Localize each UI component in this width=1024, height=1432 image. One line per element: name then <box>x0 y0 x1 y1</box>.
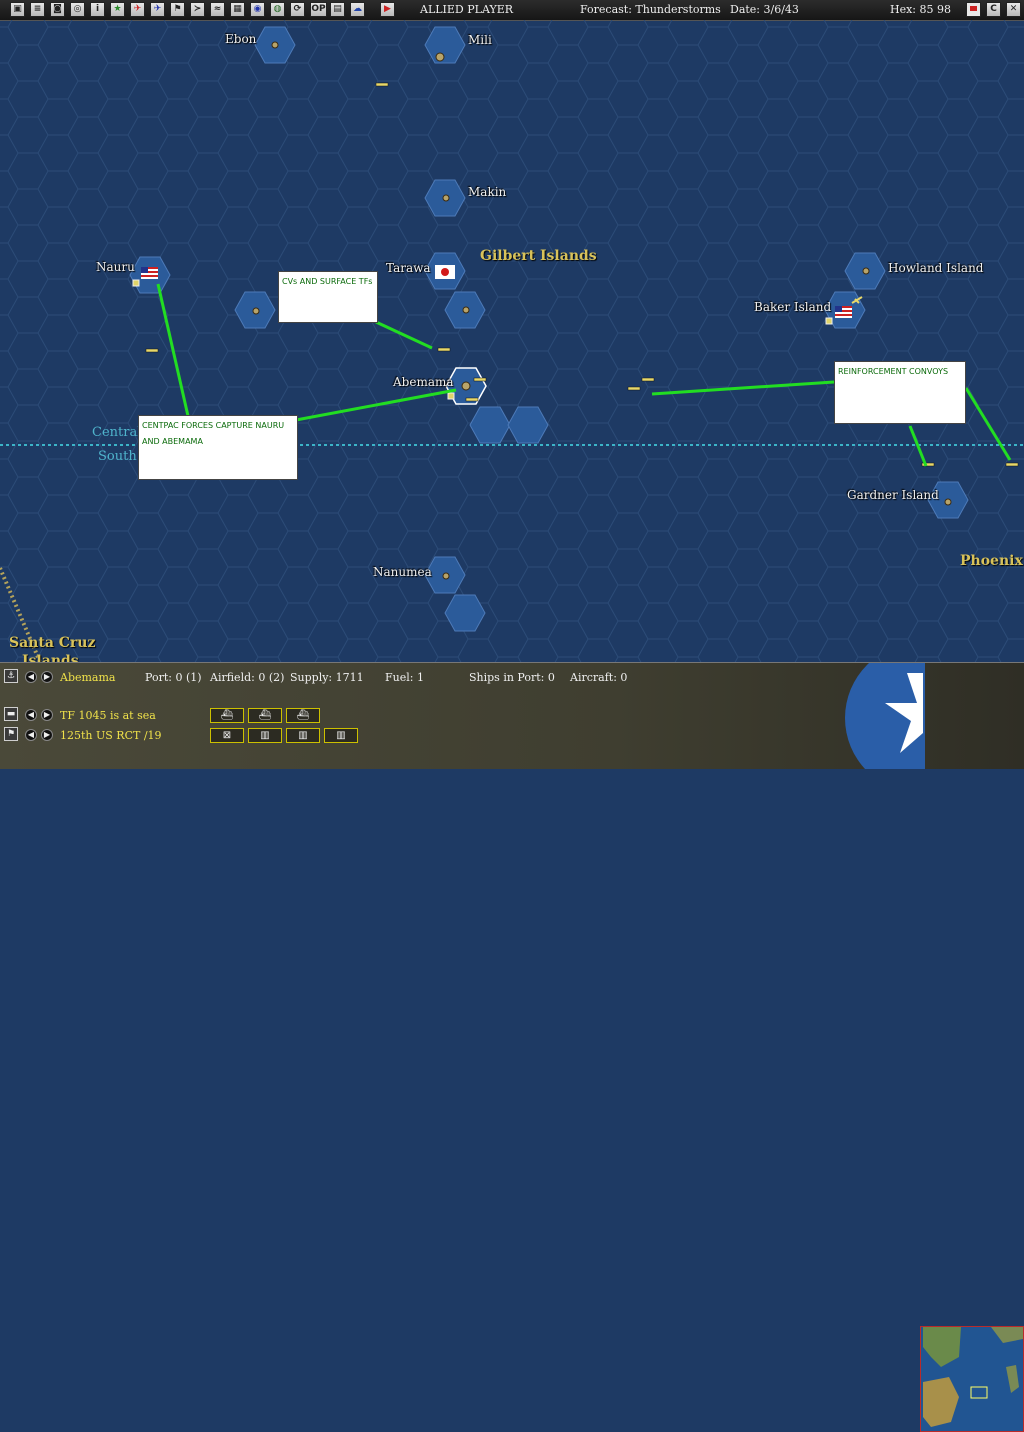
unit-name[interactable]: 125th US RCT /19 <box>60 729 162 742</box>
prev-base-button[interactable]: ◀ <box>25 671 37 683</box>
region-label-phoenix: Phoenix I <box>960 553 1024 569</box>
note-reinforcement[interactable]: REINFORCEMENT CONVOYS <box>834 361 966 424</box>
hex-label: Hex: 85 98 <box>890 3 951 16</box>
date-label: Date: 3/6/43 <box>730 3 799 16</box>
region-label-santa-cruz: Santa Cruz <box>9 635 96 651</box>
prev-tf-button[interactable]: ◀ <box>25 709 37 721</box>
flag-icon[interactable]: ⚑ <box>4 727 18 741</box>
plane-blue-icon[interactable]: ✈ <box>150 2 165 17</box>
flag-icon[interactable]: ⚑ <box>170 2 185 17</box>
close-icon[interactable]: ✕ <box>1006 2 1021 17</box>
island-label-tarawa: Tarawa <box>386 261 431 275</box>
play-icon[interactable]: ▶ <box>380 2 395 17</box>
player-label: ALLIED PLAYER <box>420 3 514 16</box>
island-label-makin: Makin <box>468 185 507 199</box>
anchor-icon[interactable]: ⚓ <box>4 669 18 683</box>
plane-icon[interactable]: ✈ <box>130 2 145 17</box>
island-label-ebon: Ebon <box>225 32 257 46</box>
island-label-gardner: Gardner Island <box>847 488 939 502</box>
fuel-value: Fuel: 1 <box>385 671 424 684</box>
region-label-gilbert: Gilbert Islands <box>480 248 597 264</box>
info-icon[interactable]: i <box>90 2 105 17</box>
airfield-value: Airfield: 0 (2) <box>210 671 285 684</box>
port-value: Port: 0 (1) <box>145 671 202 684</box>
ship-slot-1[interactable]: ⛴ <box>210 708 244 723</box>
op-icon[interactable]: OP <box>310 2 327 17</box>
note-centpac[interactable]: CENTPAC FORCES CAPTURE NAURU AND ABEMAMA <box>138 415 298 480</box>
hex-grid <box>0 20 1024 662</box>
task-force-status[interactable]: TF 1045 is at sea <box>60 709 156 722</box>
supply-value: Supply: 1711 <box>290 671 364 684</box>
globe-icon[interactable]: ◍ <box>270 2 285 17</box>
boundary-label-central: Central <box>92 425 142 440</box>
allied-star-emblem <box>845 663 925 769</box>
unit-slot-4[interactable]: ▥ <box>324 728 358 743</box>
island-label-abemama: Abemama <box>393 375 454 389</box>
route-icon[interactable]: ≈ <box>210 2 225 17</box>
boundary-label-south: South <box>98 449 137 464</box>
ship-icon[interactable]: ◙ <box>50 2 65 17</box>
info-panel: ⚓ ◀ ▶ Abemama Port: 0 (1) Airfield: 0 (2… <box>0 662 1024 1432</box>
task-force-icon[interactable]: ◎ <box>70 2 85 17</box>
forecast-label: Forecast: Thunderstorms <box>580 3 721 16</box>
note-cv-surface[interactable]: CVs AND SURFACE TFs <box>278 271 378 323</box>
aircraft-icon[interactable]: ≻ <box>190 2 205 17</box>
unit-slot-2[interactable]: ▥ <box>248 728 282 743</box>
prev-unit-button[interactable]: ◀ <box>25 729 37 741</box>
top-toolbar: ▣ ≡ ◙ ◎ i ★ ✈ ✈ ⚑ ≻ ≈ ▦ ◉ ◍ ⟳ OP ▤ ☁ ▶ ALLIED PLAYER Forec… <box>0 0 1024 21</box>
list-icon[interactable]: ≡ <box>30 2 45 17</box>
next-base-button[interactable]: ▶ <box>41 671 53 683</box>
island-label-mili: Mili <box>468 33 492 47</box>
next-unit-button[interactable]: ▶ <box>41 729 53 741</box>
island-label-howland: Howland Island <box>888 261 984 275</box>
base-name[interactable]: Abemama <box>60 671 115 684</box>
strategic-map[interactable]: Ebon Mili Makin Tarawa Nauru Abemama How… <box>0 20 1024 662</box>
flag-icon[interactable] <box>966 2 981 17</box>
next-tf-button[interactable]: ▶ <box>41 709 53 721</box>
ships-in-port-value: Ships in Port: 0 <box>469 671 555 684</box>
island-label-nanumea: Nanumea <box>373 565 432 579</box>
weather-icon[interactable]: ☁ <box>350 2 365 17</box>
minimap[interactable] <box>920 1326 1024 1432</box>
c-button[interactable]: C <box>986 2 1001 17</box>
unit-slot-infantry[interactable]: ⊠ <box>210 728 244 743</box>
star-icon[interactable]: ★ <box>110 2 125 17</box>
aircraft-value: Aircraft: 0 <box>570 671 628 684</box>
report-icon[interactable]: ▣ <box>10 2 25 17</box>
refresh-icon[interactable]: ⟳ <box>290 2 305 17</box>
island-label-nauru: Nauru <box>96 260 135 274</box>
unit-slot-3[interactable]: ▥ <box>286 728 320 743</box>
region-label-santa-cruz-islands: Islands <box>22 653 79 662</box>
ship-slot-2[interactable]: ⛴ <box>248 708 282 723</box>
island-label-baker: Baker Island <box>754 300 832 314</box>
base-icon[interactable]: ◉ <box>250 2 265 17</box>
save-icon[interactable]: ▤ <box>330 2 345 17</box>
grid-icon[interactable]: ▦ <box>230 2 245 17</box>
ship-icon[interactable]: ▬ <box>4 707 18 721</box>
ship-slot-3[interactable]: ⛴ <box>286 708 320 723</box>
